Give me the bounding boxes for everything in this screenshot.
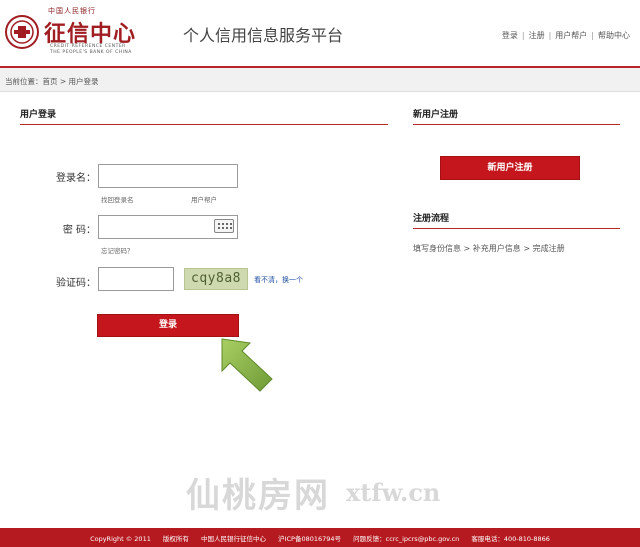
- password-label: 密 码：: [62, 225, 96, 236]
- credit-center-logo[interactable]: 中国人民银行 征信中心 CREDIT REFERENCE CENTER THE …: [4, 6, 144, 58]
- watermark-text: 仙桃房网: [186, 476, 330, 516]
- new-user-register-button[interactable]: 新用户注册: [440, 156, 580, 180]
- register-section-divider: [413, 124, 620, 125]
- breadcrumb: 当前位置：首页 > 用户登录: [5, 77, 99, 86]
- footer-copyright: CopyRight © 2011: [90, 535, 151, 543]
- top-link-user-account[interactable]: 用户帮户: [555, 31, 587, 40]
- separator: |: [548, 31, 552, 40]
- login-button[interactable]: 登录: [97, 314, 239, 337]
- top-link-login[interactable]: 登录: [502, 31, 518, 40]
- login-section-divider: [20, 124, 388, 125]
- platform-title: 个人信用信息服务平台: [183, 26, 344, 45]
- footer-owner: 中国人民银行征信中心: [201, 535, 266, 543]
- register-section-title: 新用户注册: [413, 110, 459, 120]
- login-section-title: 用户登录: [20, 110, 57, 120]
- keyboard-icon[interactable]: [214, 219, 234, 233]
- watermark-url: xtfw.cn: [346, 478, 441, 507]
- find-username-link[interactable]: 找回登录名: [101, 194, 134, 204]
- register-flow-divider: [413, 228, 620, 229]
- user-account-link[interactable]: 用户帮户: [191, 194, 217, 204]
- footer-rights: 版权所有: [162, 535, 189, 543]
- site-header: 中国人民银行 征信中心 CREDIT REFERENCE CENTER THE …: [0, 0, 640, 66]
- separator: |: [591, 31, 594, 40]
- register-flow-title: 注册流程: [413, 214, 450, 224]
- footer-feedback[interactable]: 问题反馈：ccrc_ipcrs@pbc.gov.cn: [353, 535, 459, 543]
- refresh-captcha-link[interactable]: 看不清，换一个: [254, 275, 303, 285]
- footer-text: CopyRight © 2011 版权所有 中国人民银行征信中心 沪ICP备08…: [0, 533, 640, 543]
- footer-phone: 客服电话：400-810-8866: [471, 535, 550, 543]
- site-footer: CopyRight © 2011 版权所有 中国人民银行征信中心 沪ICP备08…: [0, 528, 640, 547]
- top-link-register[interactable]: 注册: [529, 31, 545, 40]
- username-label: 登录名：: [56, 173, 96, 184]
- seal-logo-icon: [5, 15, 39, 49]
- logo-english-line-1: CREDIT REFERENCE CENTER: [50, 44, 126, 49]
- top-link-help-center[interactable]: 帮助中心: [598, 31, 630, 40]
- top-nav-links: 登录 | 注册 | 用户帮户 | 帮助中心: [502, 30, 630, 41]
- register-flow-steps: 填写身份信息 > 补充用户信息 > 完成注册: [413, 244, 565, 253]
- captcha-image[interactable]: cqy8a8: [184, 268, 248, 290]
- forgot-password-link[interactable]: 忘记密码？: [101, 245, 134, 255]
- separator: |: [521, 31, 525, 40]
- up-left-arrow-icon: [221, 338, 273, 392]
- logo-org-name: 中国人民银行: [48, 7, 96, 15]
- breadcrumb-bar: 当前位置：首页 > 用户登录: [0, 68, 640, 92]
- footer-icp[interactable]: 沪ICP备08016794号: [278, 535, 341, 543]
- captcha-input[interactable]: [98, 267, 174, 291]
- captcha-label: 验证码：: [56, 278, 96, 289]
- logo-english-line-2: THE PEOPLE'S BANK OF CHINA: [50, 50, 132, 55]
- username-input[interactable]: [98, 164, 238, 188]
